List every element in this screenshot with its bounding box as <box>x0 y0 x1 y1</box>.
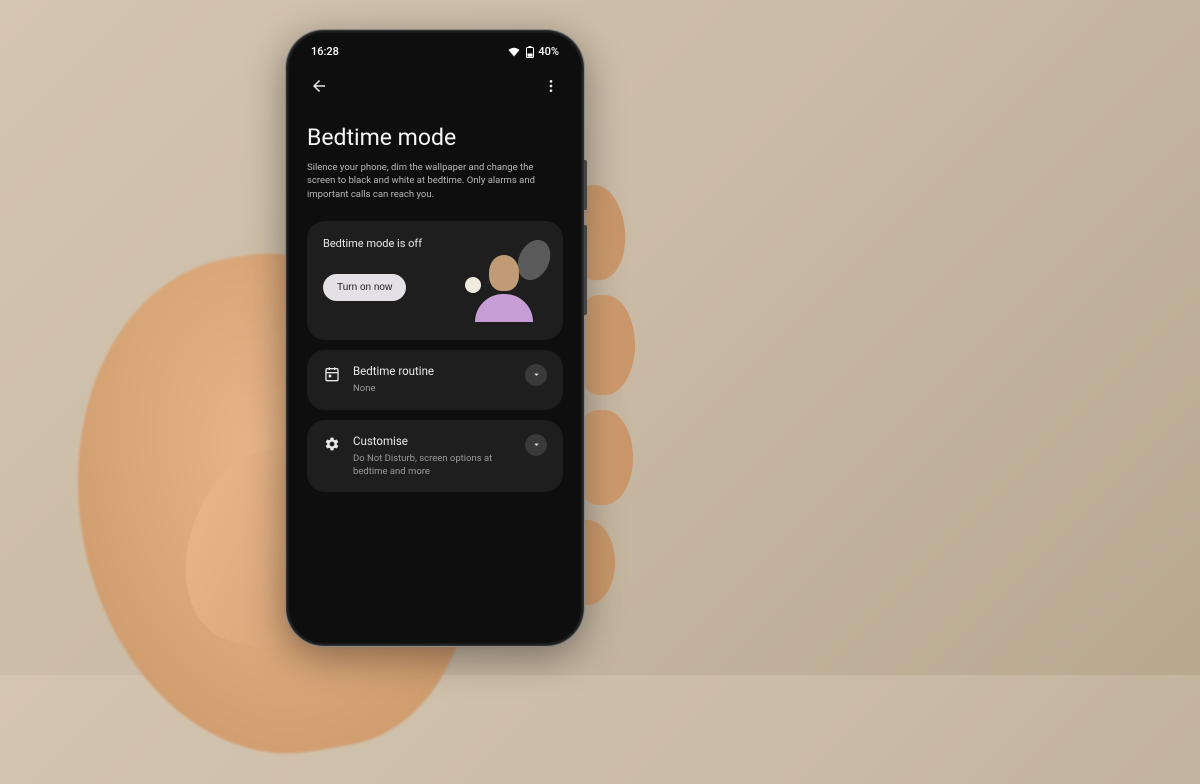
routine-subtitle: None <box>353 383 513 396</box>
phone-power-button <box>584 160 587 210</box>
phone-volume-button <box>584 225 587 315</box>
status-time: 16:28 <box>311 45 339 58</box>
customise-title: Customise <box>353 434 513 448</box>
calendar-icon <box>323 365 341 383</box>
content: Bedtime mode Silence your phone, dim the… <box>289 106 581 492</box>
arrow-back-icon <box>310 77 328 95</box>
gear-icon <box>323 435 341 453</box>
bedtime-status-text: Bedtime mode is off <box>323 237 422 250</box>
phone-frame: 16:28 40% Bedtime mode Silence y <box>286 30 584 646</box>
battery-icon <box>526 46 534 58</box>
customise-subtitle: Do Not Disturb, screen options at bedtim… <box>353 453 513 479</box>
more-button[interactable] <box>539 74 563 98</box>
expand-routine-button[interactable] <box>525 364 547 386</box>
expand-customise-button[interactable] <box>525 434 547 456</box>
page-description: Silence your phone, dim the wallpaper an… <box>307 161 563 201</box>
back-button[interactable] <box>307 74 331 98</box>
status-card: Bedtime mode is off Turn on now <box>307 221 563 340</box>
more-vert-icon <box>543 78 559 94</box>
customise-card[interactable]: Customise Do Not Disturb, screen options… <box>307 420 563 493</box>
status-bar: 16:28 40% <box>289 33 581 64</box>
chevron-down-icon <box>531 369 542 380</box>
page-title: Bedtime mode <box>307 124 563 151</box>
status-right: 40% <box>508 45 559 58</box>
phone-screen: 16:28 40% Bedtime mode Silence y <box>289 33 581 643</box>
turn-on-button[interactable]: Turn on now <box>323 274 406 301</box>
routine-title: Bedtime routine <box>353 364 513 378</box>
chevron-down-icon <box>531 439 542 450</box>
wifi-icon <box>508 47 520 57</box>
bedtime-illustration <box>457 237 547 322</box>
bedtime-routine-card[interactable]: Bedtime routine None <box>307 350 563 410</box>
app-bar <box>289 64 581 106</box>
battery-percent: 40% <box>538 45 559 58</box>
